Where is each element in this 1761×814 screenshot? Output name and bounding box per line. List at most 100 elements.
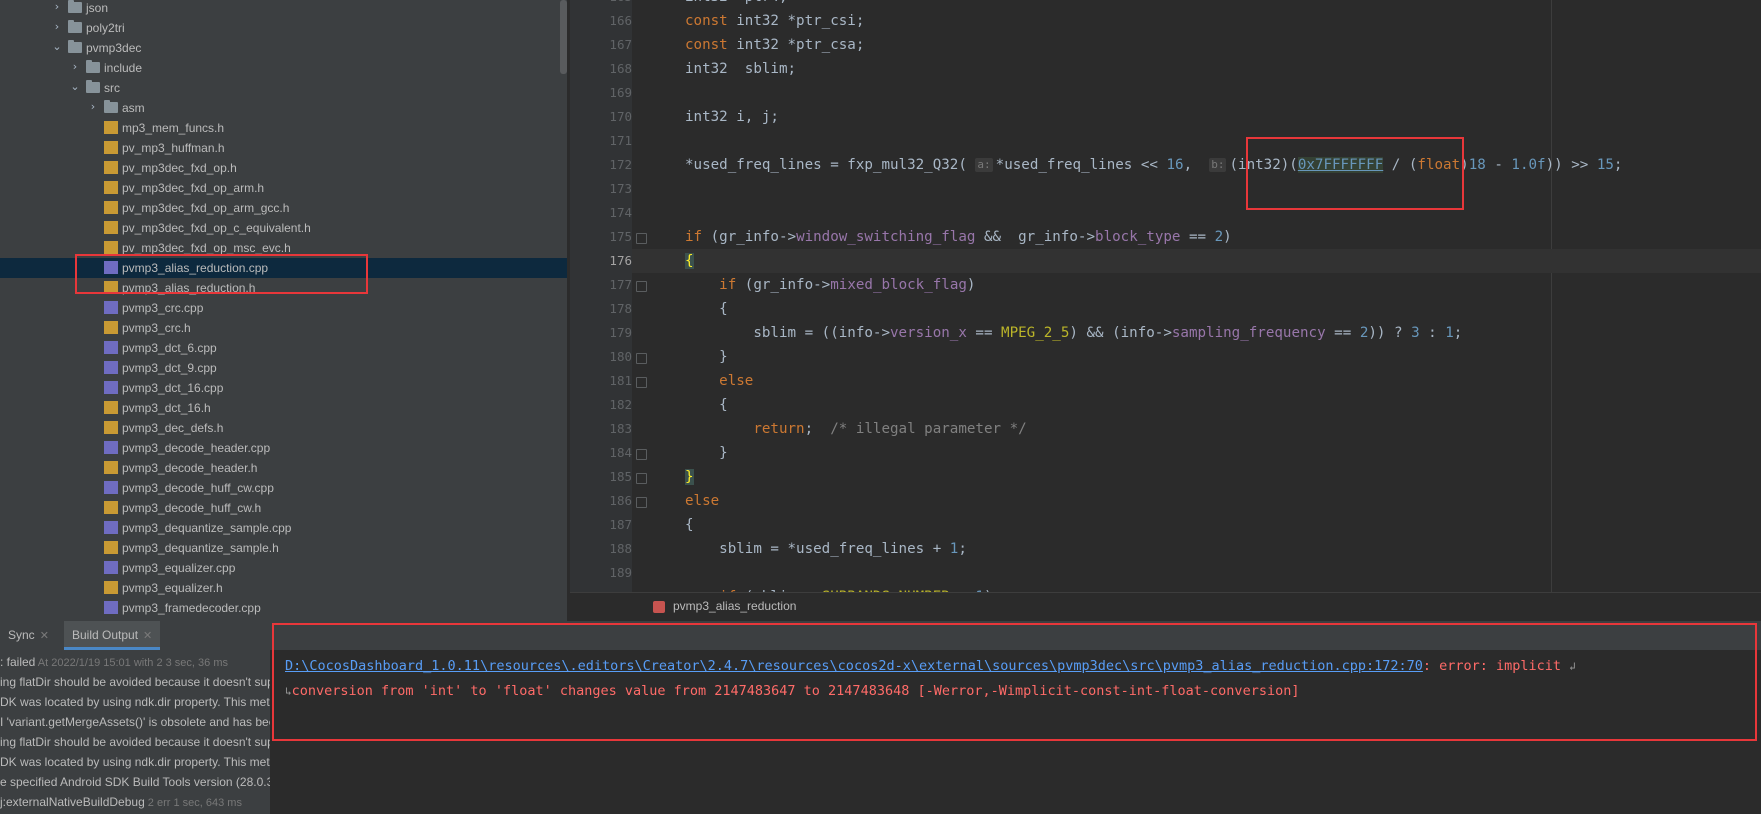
- chevron-right-icon[interactable]: ›: [68, 60, 82, 74]
- tree-item[interactable]: pvmp3_equalizer.cpp: [0, 558, 567, 578]
- code-line[interactable]: if (sblim > SUBBANDS_NUMBER - 1): [570, 585, 1761, 592]
- tree-item[interactable]: pv_mp3dec_fxd_op.h: [0, 158, 567, 178]
- chevron-right-icon[interactable]: ›: [86, 100, 100, 114]
- fold-marker-icon[interactable]: [636, 497, 647, 508]
- header-file-icon: [104, 181, 118, 194]
- tree-item[interactable]: pvmp3_decode_huff_cw.cpp: [0, 478, 567, 498]
- tree-item-label: pvmp3_dct_16.h: [122, 401, 211, 415]
- build-output-console[interactable]: D:\CocosDashboard_1.0.11\resources\.edit…: [270, 650, 1761, 814]
- code-line[interactable]: return; /* illegal parameter */: [570, 417, 1761, 441]
- build-item[interactable]: j:externalNativeBuildDebug 2 err 1 sec, …: [0, 792, 270, 812]
- line-number: 182: [609, 397, 632, 412]
- build-item[interactable]: DK was located by using ndk.dir property…: [0, 752, 270, 772]
- code-line[interactable]: if (gr_info->mixed_block_flag): [570, 273, 1761, 297]
- tab-build-output[interactable]: Build Output ✕: [64, 621, 161, 650]
- tree-item[interactable]: pvmp3_decode_huff_cw.h: [0, 498, 567, 518]
- tree-item[interactable]: pvmp3_dct_16.cpp: [0, 378, 567, 398]
- code-line[interactable]: [570, 561, 1761, 585]
- tree-item[interactable]: pvmp3_dct_6.cpp: [0, 338, 567, 358]
- tree-item[interactable]: pvmp3_framedecoder.cpp: [0, 598, 567, 618]
- fold-marker-icon[interactable]: [636, 449, 647, 460]
- tree-item-label: pvmp3_dct_6.cpp: [122, 341, 217, 355]
- tree-item[interactable]: pv_mp3dec_fxd_op_msc_evc.h: [0, 238, 567, 258]
- tree-item[interactable]: ⌄ src: [0, 78, 567, 98]
- code-line[interactable]: {: [570, 249, 1761, 273]
- tree-item[interactable]: pvmp3_dequantize_sample.h: [0, 538, 567, 558]
- tree-item[interactable]: ⌄ pvmp3dec: [0, 38, 567, 58]
- tree-item-label: pvmp3_framedecoder.cpp: [122, 601, 261, 615]
- code-line[interactable]: *used_freq_lines = fxp_mul32_Q32( a: *use…: [570, 153, 1761, 177]
- code-line[interactable]: }: [570, 465, 1761, 489]
- tree-item[interactable]: › include: [0, 58, 567, 78]
- tree-item[interactable]: pvmp3_equalizer.h: [0, 578, 567, 598]
- chevron-right-icon[interactable]: ›: [50, 20, 64, 34]
- code-line[interactable]: [570, 81, 1761, 105]
- code-line[interactable]: }: [570, 441, 1761, 465]
- tree-item[interactable]: pv_mp3_huffman.h: [0, 138, 567, 158]
- fold-marker-icon[interactable]: [636, 377, 647, 388]
- code-line[interactable]: int32 sblim;: [570, 57, 1761, 81]
- code-line[interactable]: [570, 201, 1761, 225]
- tree-item[interactable]: mp3_mem_funcs.h: [0, 118, 567, 138]
- code-line[interactable]: sblim = ((info->version_x == MPEG_2_5) &…: [570, 321, 1761, 345]
- code-line[interactable]: int32 *ptr4;: [570, 0, 1761, 9]
- tree-item[interactable]: pvmp3_crc.h: [0, 318, 567, 338]
- chevron-right-icon[interactable]: ›: [50, 0, 64, 14]
- code-line[interactable]: }: [570, 345, 1761, 369]
- code-line[interactable]: [570, 129, 1761, 153]
- code-line[interactable]: int32 i, j;: [570, 105, 1761, 129]
- tree-item-label: pvmp3_decode_header.h: [122, 461, 258, 475]
- tree-item[interactable]: pvmp3_dct_9.cpp: [0, 358, 567, 378]
- tab-sync[interactable]: Sync ✕: [8, 621, 49, 650]
- tree-item[interactable]: pv_mp3dec_fxd_op_arm_gcc.h: [0, 198, 567, 218]
- fold-marker-icon[interactable]: [636, 233, 647, 244]
- error-file-link[interactable]: D:\CocosDashboard_1.0.11\resources\.edit…: [285, 658, 1423, 674]
- tree-item[interactable]: pvmp3_crc.cpp: [0, 298, 567, 318]
- tree-item[interactable]: pvmp3_dec_defs.h: [0, 418, 567, 438]
- code-editor[interactable]: int32 *ptr4; const int32 *ptr_csi;const i…: [570, 0, 1761, 592]
- build-item[interactable]: I 'variant.getMergeAssets()' is obsolete…: [0, 712, 270, 732]
- fold-marker-icon[interactable]: [636, 473, 647, 484]
- tree-scrollbar[interactable]: [560, 0, 567, 74]
- code-line[interactable]: else: [570, 489, 1761, 513]
- fold-marker-icon[interactable]: [636, 281, 647, 292]
- tree-item[interactable]: pvmp3_decode_header.h: [0, 458, 567, 478]
- tree-item[interactable]: › json: [0, 0, 567, 18]
- code-text: int32 *ptr4;: [685, 0, 788, 9]
- project-tree[interactable]: › json › poly2tri ⌄ pvmp3dec › include ⌄ src › asm m…: [0, 0, 567, 621]
- chevron-down-icon[interactable]: ⌄: [68, 80, 82, 94]
- code-line[interactable]: if (gr_info->window_switching_flag && gr…: [570, 225, 1761, 249]
- build-item[interactable]: DK was located by using ndk.dir property…: [0, 692, 270, 712]
- code-line[interactable]: [570, 177, 1761, 201]
- code-line[interactable]: sblim = *used_freq_lines + 1;: [570, 537, 1761, 561]
- code-line[interactable]: {: [570, 297, 1761, 321]
- tree-item[interactable]: pvmp3_decode_header.cpp: [0, 438, 567, 458]
- close-icon[interactable]: ✕: [143, 630, 152, 642]
- tree-item-label: pv_mp3dec_fxd_op_arm_gcc.h: [122, 201, 290, 215]
- chevron-down-icon[interactable]: ⌄: [50, 40, 64, 54]
- build-item[interactable]: ing flatDir should be avoided because it…: [0, 672, 270, 692]
- build-tree[interactable]: : failed At 2022/1/19 15:01 with 2 3 sec…: [0, 650, 270, 814]
- tree-item[interactable]: › poly2tri: [0, 18, 567, 38]
- code-line[interactable]: const int32 *ptr_csa;: [570, 33, 1761, 57]
- tree-item[interactable]: pv_mp3dec_fxd_op_c_equivalent.h: [0, 218, 567, 238]
- code-line[interactable]: {: [570, 393, 1761, 417]
- fold-marker-icon[interactable]: [636, 353, 647, 364]
- tree-item[interactable]: pvmp3_alias_reduction.h: [0, 278, 567, 298]
- code-line[interactable]: const int32 *ptr_csi;: [570, 9, 1761, 33]
- tree-item[interactable]: pv_mp3dec_fxd_op_arm.h: [0, 178, 567, 198]
- tree-item[interactable]: › asm: [0, 98, 567, 118]
- tree-item[interactable]: pvmp3_dequantize_sample.cpp: [0, 518, 567, 538]
- code-line[interactable]: {: [570, 513, 1761, 537]
- tree-item[interactable]: pvmp3_dct_16.h: [0, 398, 567, 418]
- header-file-icon: [104, 321, 118, 334]
- breadcrumb-function[interactable]: pvmp3_alias_reduction: [673, 599, 796, 613]
- build-item[interactable]: ing flatDir should be avoided because it…: [0, 732, 270, 752]
- folder-icon: [104, 100, 118, 113]
- build-item[interactable]: : failed At 2022/1/19 15:01 with 2 3 sec…: [0, 652, 270, 672]
- build-item[interactable]: e specified Android SDK Build Tools vers…: [0, 772, 270, 792]
- line-number: 179: [609, 325, 632, 340]
- close-icon[interactable]: ✕: [40, 630, 49, 642]
- tree-item[interactable]: pvmp3_alias_reduction.cpp: [0, 258, 567, 278]
- code-line[interactable]: else: [570, 369, 1761, 393]
